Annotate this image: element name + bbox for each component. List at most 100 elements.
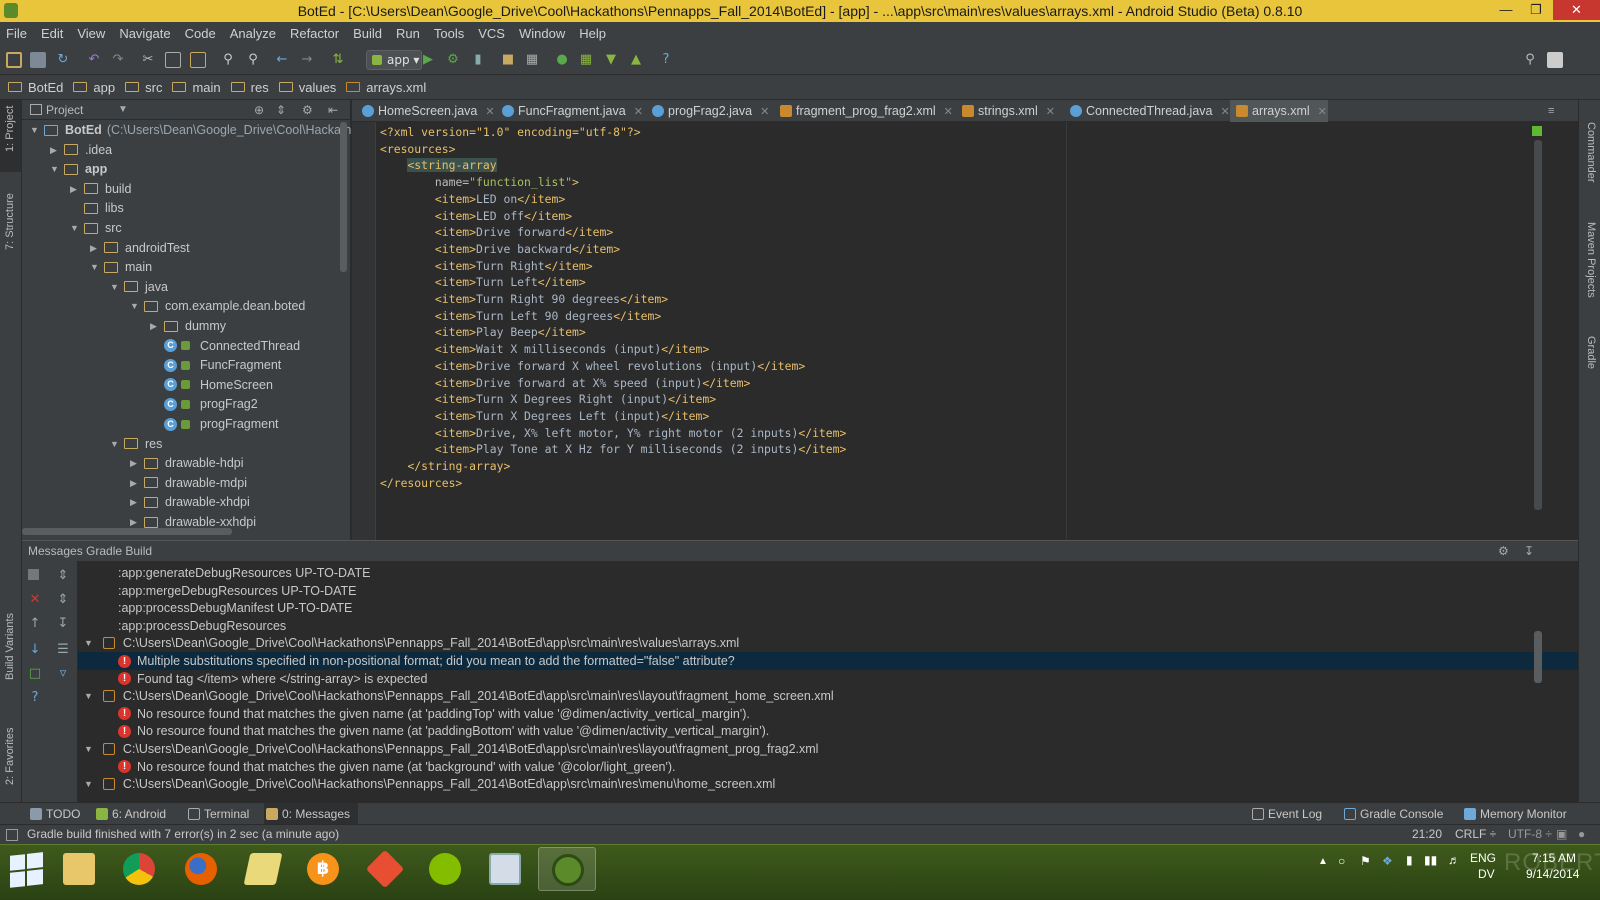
favorites-tool-button[interactable]: 2: Favorites [4, 728, 16, 785]
sdk-manager-icon[interactable]: ▼ [603, 52, 619, 68]
notification-icon[interactable]: ○ [1338, 854, 1345, 868]
message-file-row[interactable]: ▼ C:\Users\Dean\Google_Drive\Cool\Hackath… [78, 687, 1578, 705]
chevron-down-icon[interactable]: ▼ [90, 257, 104, 277]
tree-item[interactable]: C HomeScreen [150, 375, 273, 395]
gear-icon[interactable]: ⚙ [302, 100, 313, 120]
chevron-down-icon[interactable]: ▼ [30, 120, 44, 140]
scrollbar[interactable] [22, 528, 232, 535]
close-icon[interactable]: ✕ [28, 593, 42, 607]
tab-funcfragment-java[interactable]: FuncFragment.java ✕ [496, 100, 643, 122]
tree-item[interactable]: ▶ .idea [50, 140, 112, 160]
dropbox-icon[interactable]: ❖ [1382, 854, 1393, 868]
find-icon[interactable]: ⚲ [220, 52, 236, 68]
undo-icon[interactable]: ↶ [86, 52, 102, 68]
debug-icon[interactable]: ⚙ [445, 52, 461, 68]
breadcrumb-arrays-xml[interactable]: arrays.xml [346, 80, 426, 95]
menu-code[interactable]: Code [185, 26, 216, 41]
expand-all-icon[interactable]: ⇕ [56, 569, 70, 583]
settings-icon[interactable]: ▦ [524, 52, 540, 68]
collapse-all-icon[interactable]: ⇕ [56, 593, 70, 607]
chevron-right-icon[interactable]: ▶ [70, 179, 84, 199]
cut-icon[interactable]: ✂ [140, 52, 156, 68]
message-row[interactable]: :app:processDebugManifest UP-TO-DATE [78, 599, 1578, 617]
close-icon[interactable]: ✕ [485, 106, 494, 118]
project-view-select[interactable]: Project [46, 103, 83, 117]
taskbar-android-studio[interactable] [538, 847, 596, 891]
tree-item[interactable]: libs [70, 198, 124, 218]
help-icon[interactable]: ? [28, 691, 42, 705]
tree-item[interactable]: ▼ com.example.dean.boted [130, 296, 305, 316]
download-icon[interactable]: ↧ [56, 617, 70, 631]
input-language[interactable]: ENG [1470, 851, 1496, 865]
hide-panel-icon[interactable]: ↧ [1524, 541, 1534, 561]
tree-item[interactable]: ▼ res [110, 434, 162, 454]
chevron-down-icon[interactable]: ▼ [70, 218, 84, 238]
start-button[interactable] [8, 852, 44, 889]
tree-item[interactable]: C ConnectedThread [150, 336, 300, 356]
battery-icon[interactable]: ▮ [1406, 853, 1413, 867]
tab-progfrag2-java[interactable]: progFrag2.java ✕ [646, 100, 769, 122]
tree-item[interactable]: ▶ build [70, 179, 131, 199]
chevron-down-icon[interactable]: ▼ [110, 277, 124, 297]
tree-item[interactable]: ▶ drawable-xhdpi [130, 492, 250, 512]
save-icon[interactable] [30, 52, 46, 68]
chevron-down-icon[interactable]: ▼ [50, 159, 64, 179]
menu-view[interactable]: View [77, 26, 105, 41]
menu-edit[interactable]: Edit [41, 26, 63, 41]
breadcrumb-boted[interactable]: BotEd [8, 80, 63, 95]
tree-item[interactable]: CprogFragment [150, 414, 279, 434]
terminal-tool-button[interactable]: Terminal [186, 803, 249, 825]
message-row[interactable]: :app:processDebugResources [78, 617, 1578, 635]
tree-item[interactable]: ▼ java [110, 277, 168, 297]
avd-manager-icon[interactable]: ▦ [578, 52, 594, 68]
chevron-down-icon[interactable]: ▼ [84, 634, 93, 652]
lock-icon[interactable]: ▣ [1556, 825, 1567, 844]
status-message[interactable]: Gradle build finished with 7 error(s) in… [27, 825, 339, 844]
chevron-down-icon[interactable]: ▼ [110, 434, 124, 454]
file-encoding[interactable]: UTF-8 ÷ [1508, 825, 1552, 844]
locate-icon[interactable]: ⊕ [254, 100, 264, 120]
chevron-down-icon[interactable]: ▼ [130, 296, 144, 316]
project-structure-icon[interactable]: ■ [500, 52, 516, 68]
breadcrumb-values[interactable]: values [278, 80, 336, 95]
redo-icon[interactable]: ↷ [110, 52, 126, 68]
todo-tool-button[interactable]: TODO [28, 803, 80, 825]
open-folder-icon[interactable] [6, 52, 22, 68]
breadcrumb-res[interactable]: res [230, 80, 269, 95]
build-variants-tool-button[interactable]: Build Variants [4, 613, 16, 680]
tree-item[interactable]: ▼ app [50, 159, 107, 179]
search-everywhere-icon[interactable]: ⚲ [1522, 52, 1538, 68]
tree-item[interactable]: ▶ dummy [150, 316, 226, 336]
taskbar-chrome[interactable] [110, 847, 168, 891]
tab-homescreen-java[interactable]: HomeScreen.java ✕ [356, 100, 495, 122]
message-error-row[interactable]: ! Found tag </item> where </string-array>… [78, 670, 1578, 688]
tree-item[interactable]: ▼ src [70, 218, 122, 238]
show-hidden-icons[interactable]: ▲ [1318, 856, 1328, 867]
hector-icon[interactable]: ● [1578, 825, 1585, 844]
run-icon[interactable]: ▶ [420, 52, 436, 68]
taskbar-spotify[interactable] [416, 847, 474, 891]
make-project-icon[interactable]: ⇅ [330, 52, 346, 68]
menu-refactor[interactable]: Refactor [290, 26, 339, 41]
forward-icon[interactable]: → [299, 52, 315, 68]
message-error-row[interactable]: ! No resource found that matches the give… [78, 722, 1578, 740]
android-monitor-icon[interactable]: ▲ [628, 52, 644, 68]
message-row[interactable]: :app:mergeDebugResources UP-TO-DATE [78, 582, 1578, 600]
menu-analyze[interactable]: Analyze [230, 26, 276, 41]
tab-connectedthread-java[interactable]: ConnectedThread.java ✕ [1064, 100, 1230, 122]
tab-strings-xml[interactable]: strings.xml ✕ [956, 100, 1056, 122]
paste-icon[interactable] [190, 52, 206, 68]
message-error-row[interactable]: ! Multiple substitutions specified in non… [78, 652, 1578, 670]
toggle-tool-windows-icon[interactable] [6, 829, 18, 841]
chevron-right-icon[interactable]: ▶ [130, 453, 144, 473]
taskbar-file-manager[interactable] [234, 847, 292, 891]
menu-run[interactable]: Run [396, 26, 420, 41]
taskbar-firefox[interactable] [172, 847, 230, 891]
back-icon[interactable]: ← [274, 52, 290, 68]
chevron-down-icon[interactable]: ▼ [118, 100, 128, 120]
tree-item[interactable]: ▼ BotEd (C:\Users\Dean\Google_Drive\Cool\H… [30, 120, 365, 140]
gradle-console-tool-button[interactable]: Gradle Console [1342, 803, 1443, 825]
chevron-right-icon[interactable]: ▶ [50, 140, 64, 160]
flag-icon[interactable]: ⚑ [1360, 854, 1371, 868]
message-row[interactable]: :app:generateDebugResources UP-TO-DATE [78, 564, 1578, 582]
